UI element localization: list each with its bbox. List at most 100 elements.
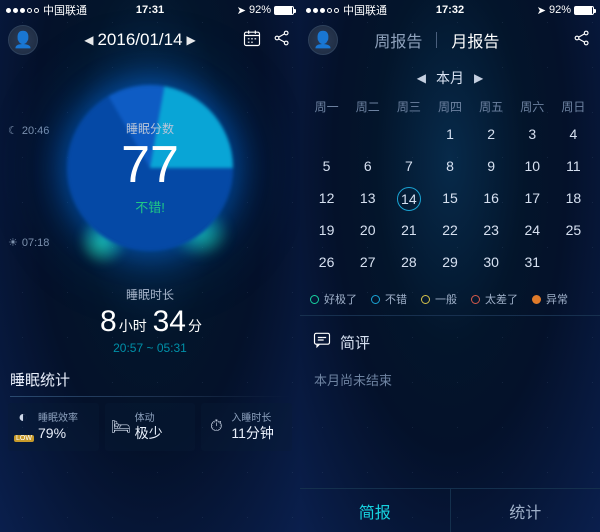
carrier-label: 中国联通 <box>43 2 87 18</box>
stats-section-title: 睡眠统计 <box>0 355 300 403</box>
battery-pct: 92% <box>249 4 271 16</box>
tab-stats[interactable]: 统计 <box>451 489 600 532</box>
left-pane: 中国联通 17:31 ➤ 92% 👤 ◀ 2016/01/14 ▶ ☾ 20:4… <box>0 0 300 532</box>
month-label: 本月 <box>436 68 464 88</box>
calendar-day[interactable]: 18 <box>553 187 594 209</box>
weekday-label: 周二 <box>347 98 388 115</box>
status-time: 17:32 <box>436 4 464 16</box>
calendar-day[interactable]: 7 <box>388 155 429 177</box>
next-month-button[interactable]: ▶ <box>474 71 483 85</box>
calendar-day[interactable]: 8 <box>429 155 470 177</box>
weekday-label: 周六 <box>512 98 553 115</box>
calendar-day[interactable]: 3 <box>512 123 553 145</box>
tab-brief[interactable]: 简报 <box>300 489 451 532</box>
calendar-day[interactable]: 16 <box>471 187 512 209</box>
calendar-day[interactable]: 17 <box>512 187 553 209</box>
sleep-duration: 睡眠时长 8小时 34分 20:57 ~ 05:31 <box>0 286 300 355</box>
location-icon: ➤ <box>537 4 546 17</box>
gauge-icon: ◐LOW <box>14 409 32 445</box>
score-ring: ☾ 20:46 ☀ 07:18 睡眠分数 77 不错! <box>0 68 300 268</box>
score-note: 不错! <box>135 197 165 216</box>
sleep-time-label: ☾ 20:46 <box>8 124 49 137</box>
status-time: 17:31 <box>136 4 164 16</box>
calendar-day[interactable]: 9 <box>471 155 512 177</box>
weekday-label: 周五 <box>471 98 512 115</box>
calendar-day[interactable]: 28 <box>388 251 429 273</box>
weekday-header: 周一周二周三周四周五周六周日 <box>300 88 600 121</box>
signal-dots-icon <box>6 8 39 13</box>
tab-month[interactable]: 月报告 <box>451 28 499 52</box>
duration-label: 睡眠时长 <box>0 286 300 303</box>
share-icon[interactable] <box>572 28 592 53</box>
right-pane: 中国联通 17:32 ➤ 92% 👤 周报告 月报告 ◀ 本月 ▶ 周一周二周三… <box>300 0 600 532</box>
calendar-day[interactable]: 5 <box>306 155 347 177</box>
weekday-label: 周三 <box>388 98 429 115</box>
calendar-day[interactable]: 12 <box>306 187 347 209</box>
calendar-icon[interactable] <box>242 28 262 53</box>
calendar-day[interactable]: 30 <box>471 251 512 273</box>
bottom-tabs: 简报 统计 <box>300 488 600 532</box>
stat-row: ◐LOW 睡眠效率79% 🛏 体动极少 ⏱ 入睡时长11分钟 <box>0 403 300 451</box>
calendar-day[interactable]: 31 <box>512 251 553 273</box>
calendar-day[interactable]: 20 <box>347 219 388 241</box>
stat-efficiency[interactable]: ◐LOW 睡眠效率79% <box>8 403 99 451</box>
calendar-day[interactable]: 15 <box>429 187 470 209</box>
weekday-label: 周一 <box>306 98 347 115</box>
review-title: 简评 <box>340 332 370 353</box>
calendar-day[interactable]: 24 <box>512 219 553 241</box>
duration-hours: 8 <box>100 305 117 338</box>
calendar-day[interactable]: 14 <box>388 187 429 209</box>
duration-mins: 34 <box>153 305 186 338</box>
battery-icon <box>274 6 294 15</box>
legend-item: 不错 <box>371 291 407 307</box>
legend: 好极了不错一般太差了异常 <box>300 281 600 315</box>
avatar[interactable]: 👤 <box>308 25 338 55</box>
calendar-day[interactable]: 1 <box>429 123 470 145</box>
calendar-day[interactable]: 13 <box>347 187 388 209</box>
calendar-day[interactable]: 26 <box>306 251 347 273</box>
wake-time-label: ☀ 07:18 <box>8 236 49 249</box>
legend-item: 一般 <box>421 291 457 307</box>
legend-item: 异常 <box>532 291 568 307</box>
stat-movement[interactable]: 🛏 体动极少 <box>105 403 196 451</box>
signal-dots-icon <box>306 8 339 13</box>
header: 👤 ◀ 2016/01/14 ▶ <box>0 20 300 60</box>
weekday-label: 周四 <box>429 98 470 115</box>
calendar-day[interactable]: 11 <box>553 155 594 177</box>
calendar-day[interactable]: 23 <box>471 219 512 241</box>
score-label: 睡眠分数 <box>126 120 174 137</box>
header: 👤 周报告 月报告 <box>300 20 600 60</box>
calendar-day[interactable]: 25 <box>553 219 594 241</box>
stat-fall-asleep[interactable]: ⏱ 入睡时长11分钟 <box>201 403 292 451</box>
calendar-day[interactable]: 21 <box>388 219 429 241</box>
status-bar: 中国联通 17:32 ➤ 92% <box>300 0 600 20</box>
calendar-day[interactable]: 19 <box>306 219 347 241</box>
calendar-day[interactable]: 27 <box>347 251 388 273</box>
next-day-button[interactable]: ▶ <box>187 33 196 47</box>
calendar-day[interactable]: 2 <box>471 123 512 145</box>
prev-month-button[interactable]: ◀ <box>417 71 426 85</box>
clock-icon: ⏱ <box>207 418 225 436</box>
prev-day-button[interactable]: ◀ <box>84 33 93 47</box>
calendar-day[interactable]: 29 <box>429 251 470 273</box>
month-nav: ◀ 本月 ▶ <box>300 68 600 88</box>
bed-icon: 🛏 <box>111 417 129 437</box>
battery-icon <box>574 6 594 15</box>
review-placeholder: 本月尚未结束 <box>300 360 600 405</box>
calendar-day[interactable]: 4 <box>553 123 594 145</box>
duration-range: 20:57 ~ 05:31 <box>0 341 300 355</box>
calendar-day[interactable]: 10 <box>512 155 553 177</box>
score-value: 77 <box>121 139 179 191</box>
share-icon[interactable] <box>272 28 292 53</box>
moon-icon: ☾ <box>8 124 18 137</box>
legend-item: 太差了 <box>471 291 518 307</box>
avatar[interactable]: 👤 <box>8 25 38 55</box>
calendar-day[interactable]: 22 <box>429 219 470 241</box>
legend-item: 好极了 <box>310 291 357 307</box>
calendar-grid: 1234567891011121314151617181920212223242… <box>300 121 600 281</box>
tab-week[interactable]: 周报告 <box>374 28 422 52</box>
battery-pct: 92% <box>549 4 571 16</box>
current-date[interactable]: 2016/01/14 <box>97 30 182 50</box>
calendar-day[interactable]: 6 <box>347 155 388 177</box>
review-section: 简评 <box>300 315 600 360</box>
